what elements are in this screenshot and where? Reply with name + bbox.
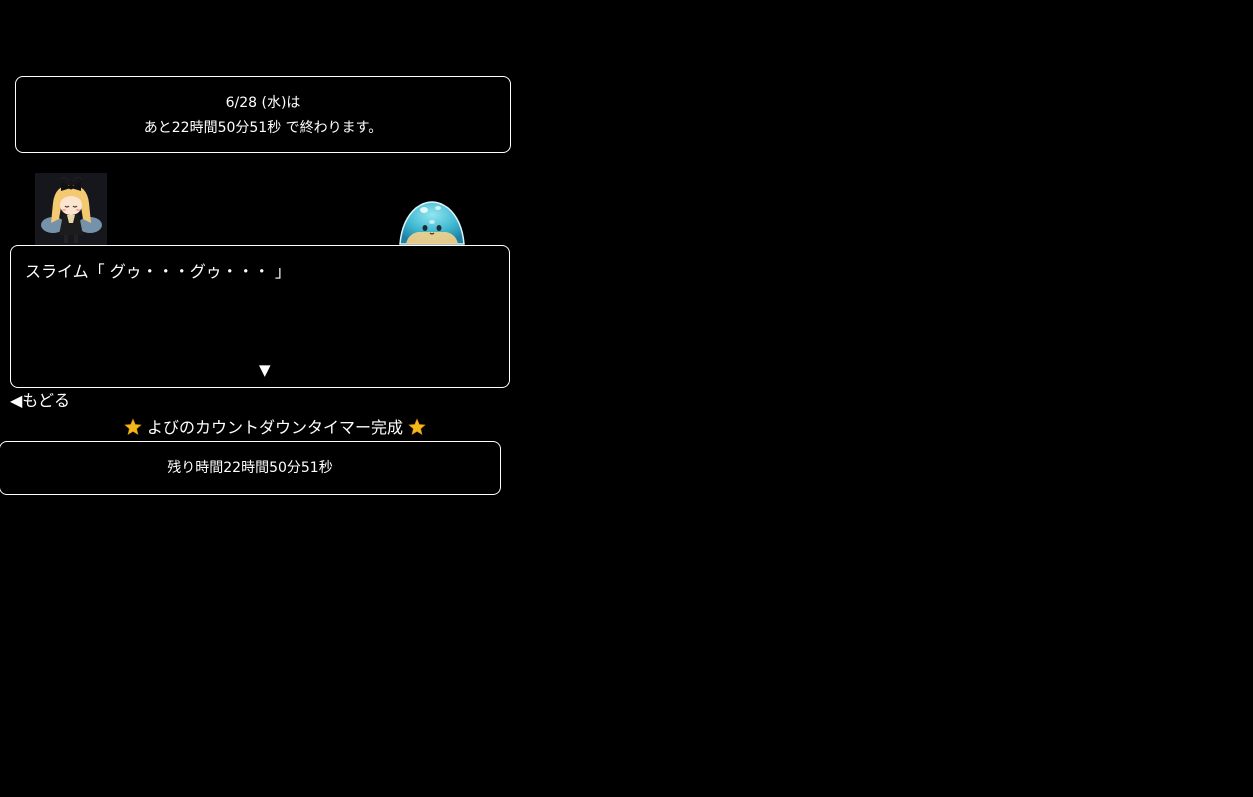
fairy-girl-avatar: [35, 173, 107, 245]
page: 6/28 (水)は あと22時間50分51秒 で終わります。 スライム「 グゥ・…: [0, 0, 1253, 797]
footer-title: よびのカウントダウンタイマー完成: [146, 418, 403, 437]
remaining-time-box: 残り時間22時間50分51秒: [0, 441, 501, 495]
footer-title-row: よびのカウントダウンタイマー完成: [0, 417, 550, 442]
back-link[interactable]: ◀もどる: [10, 391, 70, 411]
dialog-box[interactable]: スライム「 グゥ・・・グゥ・・・ 」 ▼: [10, 245, 510, 388]
countdown-box: 6/28 (水)は あと22時間50分51秒 で終わります。: [15, 76, 511, 153]
slime-character: [396, 198, 468, 246]
star-icon: [124, 418, 142, 442]
countdown-date: 6/28 (水)は: [225, 95, 301, 111]
dialog-next-indicator[interactable]: ▼: [259, 361, 271, 379]
remaining-time-text: 残り時間22時間50分51秒: [167, 460, 333, 476]
countdown-remaining: あと22時間50分51秒 で終わります。: [143, 120, 383, 136]
star-icon: [408, 418, 426, 442]
dialog-text: スライム「 グゥ・・・グゥ・・・ 」: [25, 262, 291, 281]
